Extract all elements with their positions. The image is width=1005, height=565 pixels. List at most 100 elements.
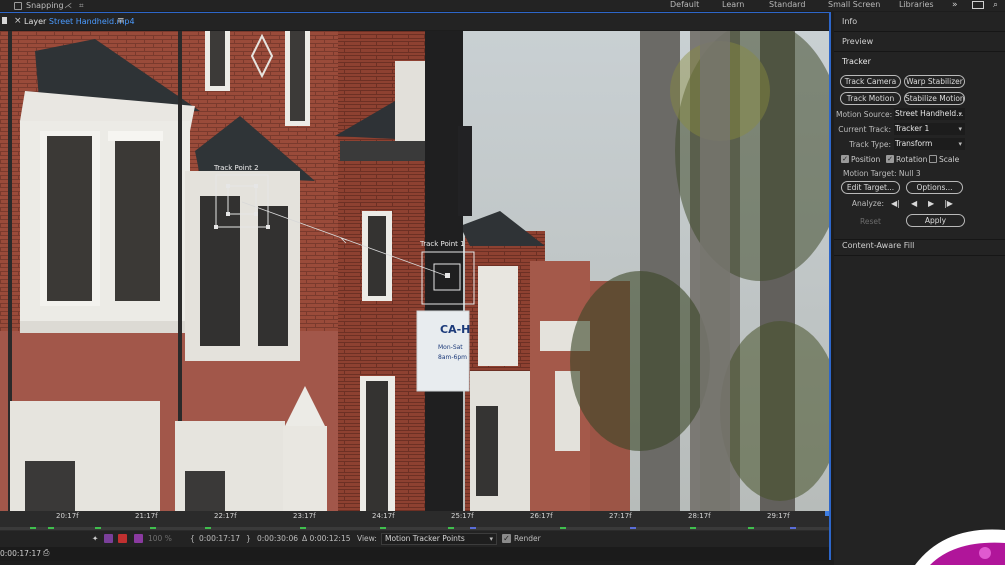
track-camera-button[interactable]: Track Camera: [840, 75, 901, 88]
panel-menu-icon[interactable]: ≡: [117, 14, 125, 28]
color-swatch-icon[interactable]: [134, 534, 143, 543]
render-checkbox[interactable]: ✓: [502, 534, 511, 543]
workspace-small-screen[interactable]: Small Screen: [828, 0, 880, 11]
keyframe-marker: [748, 527, 754, 529]
sign-text-3: 8am-6pm: [438, 354, 467, 361]
chevron-down-icon: ▾: [958, 140, 962, 148]
track-point-2-label: Track Point 2: [213, 164, 259, 172]
analyze-forward-one-frame-icon[interactable]: |▶: [944, 199, 953, 208]
snapshot-icon[interactable]: ⎙: [43, 548, 49, 558]
keyframe-marker: [790, 527, 796, 529]
keyframe-marker: [380, 527, 386, 529]
keyframe-marker: [48, 527, 54, 529]
info-panel-header[interactable]: Info: [842, 17, 857, 26]
position-checkbox[interactable]: ✓: [841, 155, 849, 163]
footage-frame: CA-H Mon-Sat 8am-6pm Track Point 2 Track…: [0, 31, 830, 511]
person-icon[interactable]: ✦: [92, 534, 98, 543]
out-point-bracket-icon[interactable]: }: [246, 534, 251, 543]
rotation-checkbox[interactable]: ✓: [886, 155, 894, 163]
content-aware-fill-header[interactable]: Content-Aware Fill: [842, 241, 914, 250]
view-label: View:: [357, 534, 377, 543]
position-label: Position: [851, 155, 881, 164]
stabilize-motion-button[interactable]: Stabilize Motion: [904, 92, 965, 105]
scale-label: Scale: [939, 155, 960, 164]
preview-panel-header[interactable]: Preview: [842, 37, 873, 46]
viewer-footer: ✦ 100 % { 0:00:17:17 } 0:00:30:06 Δ 0:00…: [0, 531, 830, 547]
chevron-down-icon: ▾: [958, 125, 962, 133]
more-workspaces-icon[interactable]: »: [952, 0, 958, 10]
close-icon[interactable]: ×: [14, 14, 22, 28]
tick-label: 22:17f: [214, 512, 237, 520]
warp-stabilizer-button[interactable]: Warp Stabilizer: [904, 75, 965, 88]
options-button[interactable]: Options...: [906, 181, 963, 194]
workspace-default[interactable]: Default: [670, 0, 699, 11]
panel-lock-icon[interactable]: [2, 17, 7, 24]
scale-checkbox[interactable]: [929, 155, 937, 163]
grid-icon[interactable]: ⌗: [79, 1, 84, 10]
status-bar: 0:00:17:17 ⎙: [0, 547, 830, 561]
snapping-checkbox[interactable]: [14, 1, 22, 10]
analyze-forward-icon[interactable]: ▶: [928, 199, 934, 208]
layer-timeline-ruler[interactable]: 20:17f 21:17f 22:17f 23:17f 24:17f 25:17…: [0, 511, 830, 531]
tracker-panel-header[interactable]: Tracker: [842, 57, 871, 66]
status-time[interactable]: 0:00:17:17: [0, 549, 41, 558]
tick-label: 21:17f: [135, 512, 158, 520]
track-motion-button[interactable]: Track Motion: [840, 92, 901, 105]
analyze-backward-icon[interactable]: ◀: [911, 199, 917, 208]
motion-source-select[interactable]: Street Handheld... ▾: [894, 108, 965, 120]
tick-label: 29:17f: [767, 512, 790, 520]
reset-button[interactable]: Reset: [860, 217, 881, 226]
keyframe-marker: [470, 527, 476, 529]
tick-label: 23:17f: [293, 512, 316, 520]
current-time[interactable]: 0:00:17:17: [199, 534, 240, 543]
timeline-track[interactable]: [0, 527, 830, 530]
view-select[interactable]: Motion Tracker Points ▾: [381, 533, 497, 545]
keyframe-marker: [690, 527, 696, 529]
tick-label: 25:17f: [451, 512, 474, 520]
keyframe-marker: [95, 527, 101, 529]
keyframe-marker: [300, 527, 306, 529]
motion-target-text: Motion Target: Null 3: [843, 169, 921, 178]
workspace-libraries[interactable]: Libraries: [899, 0, 934, 11]
snap-icon[interactable]: ⋌: [64, 1, 72, 10]
layer-viewer[interactable]: CA-H Mon-Sat 8am-6pm Track Point 2 Track…: [0, 31, 830, 511]
analyze-back-one-frame-icon[interactable]: ◀|: [891, 199, 900, 208]
snapping-label: Snapping: [26, 1, 64, 10]
analyze-label: Analyze:: [851, 199, 884, 208]
track-type-select[interactable]: Transform ▾: [894, 138, 965, 150]
view-select-value: Motion Tracker Points: [385, 534, 465, 543]
workspace-learn[interactable]: Learn: [722, 0, 744, 11]
panel-focus-border: [829, 12, 831, 560]
in-point-bracket-icon[interactable]: {: [190, 534, 195, 543]
chevron-down-icon: ▾: [489, 535, 493, 543]
snapping-toggle[interactable]: Snapping: [14, 0, 64, 11]
workspace-menu-icon[interactable]: [972, 1, 984, 9]
motion-source-label: Motion Source:: [836, 110, 893, 119]
sign-text-2: Mon-Sat: [438, 344, 463, 351]
top-toolbar: Snapping ⋌ ⌗ Default Learn Standard Smal…: [0, 0, 1005, 11]
rotation-label: Rotation: [896, 155, 928, 164]
end-time[interactable]: 0:00:30:06: [257, 534, 298, 543]
apply-button[interactable]: Apply: [906, 214, 965, 227]
zoom-level[interactable]: 100 %: [148, 534, 172, 543]
search-icon[interactable]: ⌕: [993, 0, 998, 10]
duration: Δ 0:00:12:15: [302, 534, 351, 543]
tick-label: 26:17f: [530, 512, 553, 520]
workspace-standard[interactable]: Standard: [769, 0, 805, 11]
keyframe-marker: [150, 527, 156, 529]
decorative-logo-graphic: [915, 529, 1005, 565]
current-track-select[interactable]: Tracker 1 ▾: [894, 123, 965, 135]
track-point-1-label: Track Point 1: [419, 240, 465, 248]
mask-icon[interactable]: [104, 534, 113, 543]
tick-label: 28:17f: [688, 512, 711, 520]
keyframe-marker: [630, 527, 636, 529]
chevron-down-icon: ▾: [958, 110, 962, 118]
record-icon[interactable]: [118, 534, 127, 543]
sign-text-1: CA-H: [440, 323, 470, 336]
edit-target-button[interactable]: Edit Target...: [841, 181, 900, 194]
keyframe-marker: [448, 527, 454, 529]
tick-label: 20:17f: [56, 512, 79, 520]
current-track-label: Current Track:: [838, 125, 891, 134]
tick-label: 27:17f: [609, 512, 632, 520]
layer-panel-header: × Layer Street Handheld.mp4 ≡: [0, 12, 831, 30]
